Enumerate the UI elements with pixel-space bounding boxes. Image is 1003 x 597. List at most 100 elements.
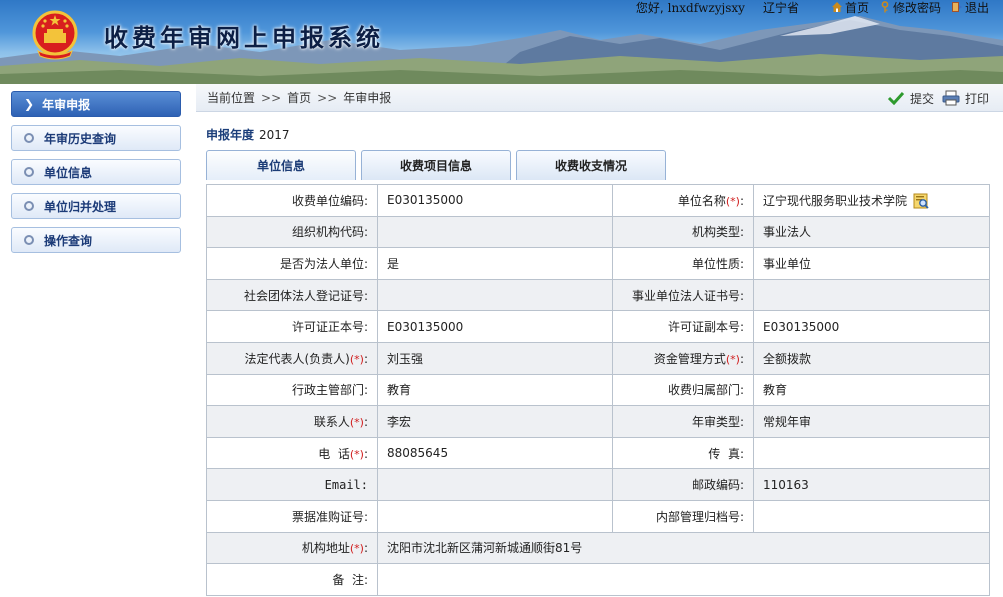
province-label: 辽宁省 [762,0,799,15]
postcode-value: 110163 [753,468,990,501]
legal-rep-label-text: 法定代表人(负责人) [244,351,350,366]
phone-label: 电 话(*): [206,436,378,470]
breadcrumb-separator: >> [317,90,338,105]
table-row: 票据准购证号: 内部管理归档号: [206,499,990,533]
contact-label: 联系人(*): [206,405,378,438]
table-row: 行政主管部门: 教育 收费归属部门: 教育 [206,373,990,407]
sidebar-item-operation-query[interactable]: 操作查询 [11,227,181,253]
system-title: 收费年审网上申报系统 [104,23,384,52]
unit-code-value: E030135000 [377,184,613,217]
unit-nature-value: 事业单位 [753,247,990,280]
sidebar-item-label: 操作查询 [44,233,93,248]
org-type-label: 机构类型: [612,215,754,249]
social-cert-value [377,278,613,312]
public-cert-label: 事业单位法人证书号: [612,278,754,312]
breadcrumb-home-link[interactable]: 首页 [287,89,311,106]
print-label: 打印 [964,91,989,106]
circle-bullet-icon [24,167,34,177]
ticket-cert-label: 票据准购证号: [206,499,378,533]
breadcrumb: 当前位置 >> 首页 >> 年审申报 提交 打印 [196,84,1003,112]
tab-unit-info[interactable]: 单位信息 [206,150,356,180]
sidebar-item-label: 年审申报 [42,97,91,112]
unit-nature-label: 单位性质: [612,247,754,280]
checkmark-icon [887,91,905,105]
unit-name-value: 辽宁现代服务职业技术学院 [763,193,908,208]
table-row: 收费单位编码: E030135000 单位名称(*): 辽宁现代服务职业技术学院 [206,184,990,217]
unit-info-table: 收费单位编码: E030135000 单位名称(*): 辽宁现代服务职业技术学院… [206,184,990,596]
sidebar-item-label: 单位信息 [44,165,93,180]
required-mark: (*) [349,447,364,461]
unit-name-label: 单位名称(*): [612,184,754,217]
table-row: 是否为法人单位: 是 单位性质: 事业单位 [206,247,990,280]
table-row: 电 话(*): 88085645 传 真: [206,436,990,470]
required-mark: (*) [725,194,740,208]
lookup-search-icon[interactable] [913,193,929,209]
print-button[interactable]: 打印 [942,90,989,107]
unit-code-label: 收费单位编码: [206,184,378,217]
org-type-value: 事业法人 [753,215,990,249]
sidebar-item-history-query[interactable]: 年审历史查询 [11,125,181,151]
required-mark: (*) [349,542,364,556]
tab-fee-items[interactable]: 收费项目信息 [361,150,511,180]
toolbar-actions: 提交 打印 [879,84,989,112]
review-type-label: 年审类型: [612,405,754,438]
sidebar-item-unit-merge[interactable]: 单位归并处理 [11,193,181,219]
chevron-right-icon: ❯ [24,97,35,111]
admin-dept-label: 行政主管部门: [206,373,378,407]
legal-entity-value: 是 [377,247,613,280]
address-label-text: 机构地址 [301,541,350,556]
phone-label-text: 电 话 [318,446,350,461]
fund-mgmt-label-text: 资金管理方式 [653,351,726,366]
tab-fee-income-expense[interactable]: 收费收支情况 [516,150,666,180]
remark-value [377,563,990,596]
sidebar-item-unit-info[interactable]: 单位信息 [11,159,181,185]
submit-button[interactable]: 提交 [887,90,934,107]
logout-link[interactable]: 退出 [951,0,989,16]
required-mark: (*) [349,352,364,366]
submit-label: 提交 [909,91,934,106]
table-row: 法定代表人(负责人)(*): 刘玉强 资金管理方式(*): 全额拨款 [206,341,990,375]
legal-rep-label: 法定代表人(负责人)(*): [206,341,378,375]
unit-name-label-text: 单位名称 [677,193,726,208]
table-row: 组织机构代码: 机构类型: 事业法人 [206,215,990,249]
contact-value: 李宏 [377,405,613,438]
fax-label: 传 真: [612,436,754,470]
required-mark: (*) [349,415,364,429]
circle-bullet-icon [24,235,34,245]
circle-bullet-icon [24,133,34,143]
sidebar-item-label: 单位归并处理 [44,199,117,214]
home-icon [831,2,842,12]
archive-no-label: 内部管理归档号: [612,499,754,533]
sidebar: ❯ 年审申报 年审历史查询 单位信息 单位归并处理 操作查询 [0,84,196,597]
public-cert-value [753,278,990,312]
report-year-label: 申报年度 [206,128,255,142]
national-emblem-icon [32,10,78,60]
home-link[interactable]: 首页 [831,0,869,16]
table-row: 许可证正本号: E030135000 许可证副本号: E030135000 [206,310,990,343]
fee-dept-label: 收费归属部门: [612,373,754,407]
required-mark: (*) [725,352,740,366]
review-type-value: 常规年审 [753,405,990,438]
home-link-label: 首页 [844,0,869,15]
archive-no-value [753,499,990,533]
change-password-link[interactable]: 修改密码 [879,0,941,16]
username: lnxdfwzyjsxy [667,0,745,15]
circle-bullet-icon [24,201,34,211]
fund-mgmt-label: 资金管理方式(*): [612,341,754,375]
unit-name-cell: 辽宁现代服务职业技术学院 [753,184,990,217]
report-year-value: 2017 [259,128,290,142]
top-user-bar: 您好, lnxdfwzyjsxy 辽宁省 首页 修改密码 退出 [636,0,989,16]
key-icon [881,1,889,13]
sidebar-item-annual-report[interactable]: ❯ 年审申报 [11,91,181,117]
social-cert-label: 社会团体法人登记证号: [206,278,378,312]
legal-rep-value: 刘玉强 [377,341,613,375]
logout-label: 退出 [964,0,989,15]
email-label: Email: [206,468,378,501]
door-exit-icon [951,2,962,12]
address-value: 沈阳市沈北新区蒲河新城通顺街81号 [377,531,990,565]
fee-dept-value: 教育 [753,373,990,407]
fax-value [753,436,990,470]
license-copy-label: 许可证副本号: [612,310,754,343]
license-main-label: 许可证正本号: [206,310,378,343]
change-password-label: 修改密码 [892,0,941,15]
